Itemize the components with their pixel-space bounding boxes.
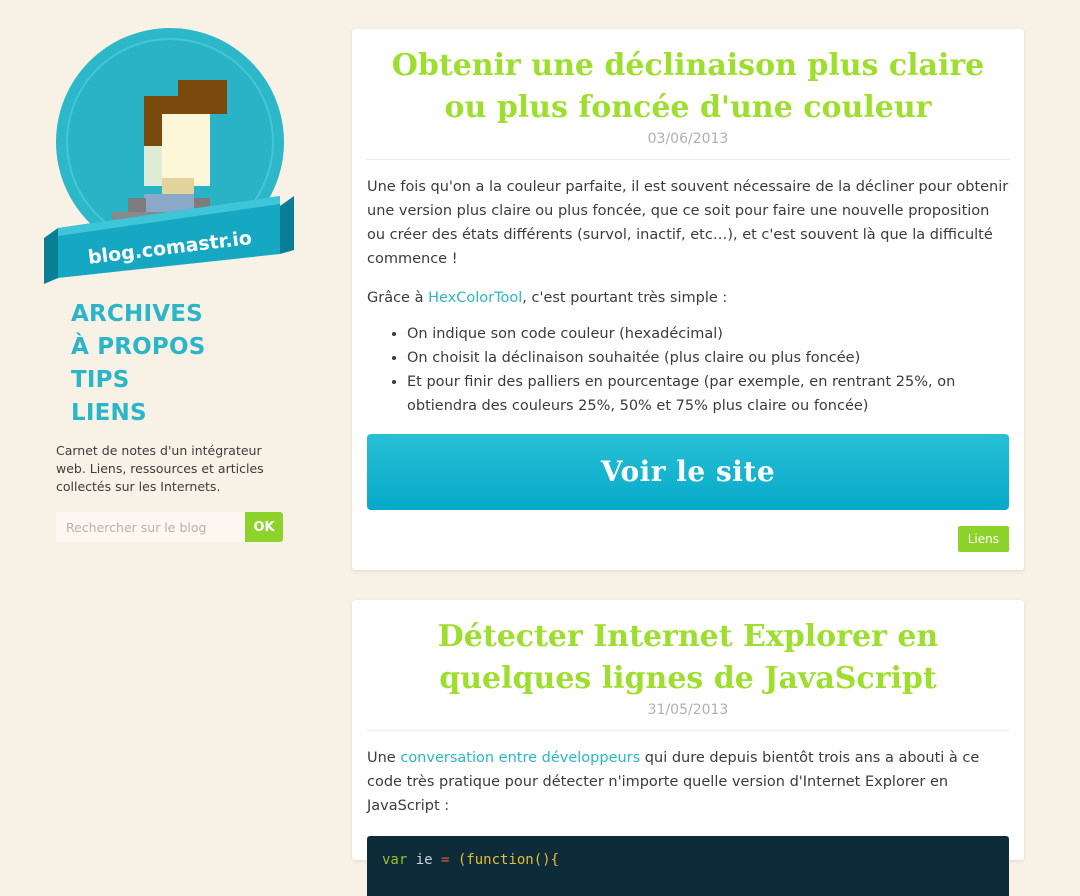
post-card: Obtenir une déclinaison plus claire ou p… [352,29,1024,570]
blog-tagline: Carnet de notes d'un intégrateur web. Li… [56,443,264,494]
list-item: On indique son code couleur (hexadécimal… [407,322,1009,346]
code-identifier: ie [407,852,442,868]
blog-logo[interactable]: blog.comastr.io [44,28,296,288]
post-text: Grâce à [367,290,429,306]
post-date: 31/05/2013 [367,700,1009,731]
list-item: Et pour finir des palliers en pourcentag… [407,370,1009,418]
search-input[interactable] [56,512,245,542]
voir-le-site-button[interactable]: Voir le site [367,434,1009,510]
conversation-link[interactable]: conversation entre développeurs [400,750,640,766]
post-text: , c'est pourtant très simple : [522,290,728,306]
list-item: On choisit la déclinaison souhaitée (plu… [407,346,1009,370]
code-block: var ie = (function(){ [367,836,1009,896]
pixel-avatar-icon: blog.comastr.io [44,28,294,284]
post-date: 03/06/2013 [367,129,1009,160]
search-button[interactable]: OK [245,512,283,542]
code-operator: = [441,852,450,868]
post-title[interactable]: Obtenir une déclinaison plus claire ou p… [367,29,1009,129]
tag-liens[interactable]: Liens [957,526,1009,552]
search-form: OK [56,512,284,542]
hexcolortool-link[interactable]: HexColorTool [428,290,522,306]
sidebar: blog.comastr.io ARCHIVES À PROPOS TIPS L… [0,0,340,840]
post-text: Une [367,750,401,766]
main-nav: ARCHIVES À PROPOS TIPS LIENS [71,298,206,430]
nav-item-a-propos[interactable]: À PROPOS [71,331,206,364]
post-list: On indique son code couleur (hexadécimal… [367,322,1009,418]
code-keyword: var [382,852,408,868]
post-intro: Une fois qu'on a la couleur parfaite, il… [367,179,1009,267]
post-tags: Liens [367,526,1009,552]
post-card: Détecter Internet Explorer en quelques l… [352,600,1024,896]
post-paragraph: Grâce à HexColorTool, c'est pourtant trè… [367,286,1009,310]
post-paragraph: Une conversation entre développeurs qui … [367,746,1009,818]
post-title[interactable]: Détecter Internet Explorer en quelques l… [367,600,1009,700]
nav-item-liens[interactable]: LIENS [71,397,206,430]
nav-item-archives[interactable]: ARCHIVES [71,298,206,331]
code-function: (function(){ [449,852,560,868]
nav-item-tips[interactable]: TIPS [71,364,206,397]
